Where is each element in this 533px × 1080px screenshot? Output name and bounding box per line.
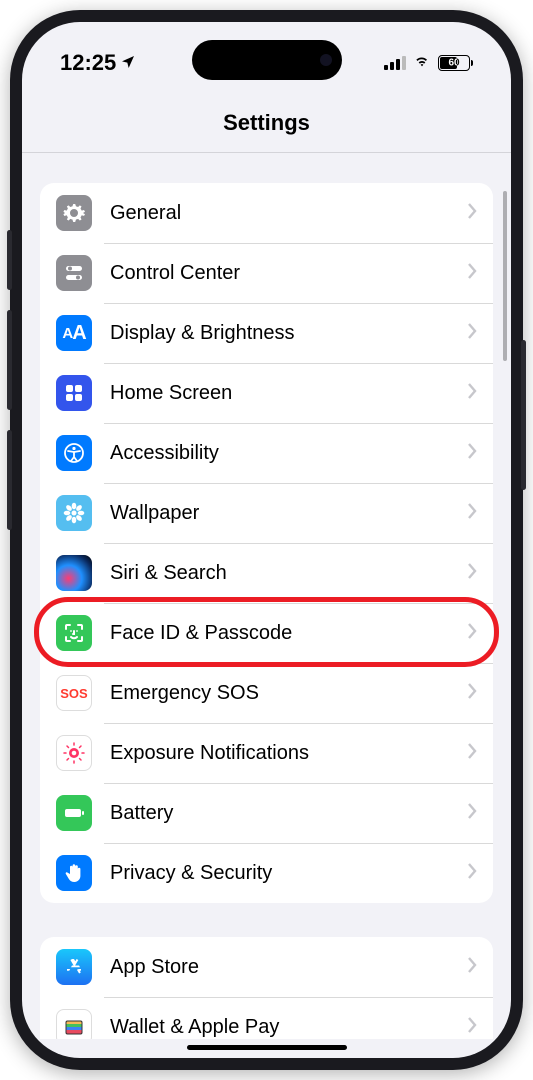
settings-row-general[interactable]: General	[40, 183, 493, 243]
hand-icon	[56, 855, 92, 891]
chevron-right-icon	[467, 382, 477, 405]
settings-row-faceid[interactable]: Face ID & Passcode	[40, 603, 493, 663]
row-label: Display & Brightness	[110, 322, 449, 345]
row-label: General	[110, 202, 449, 225]
settings-row-sos[interactable]: SOS Emergency SOS	[40, 663, 493, 723]
settings-row-control-center[interactable]: Control Center	[40, 243, 493, 303]
settings-group: App Store Wallet & Apple Pay	[40, 937, 493, 1039]
flower-icon	[56, 495, 92, 531]
exposure-icon	[56, 735, 92, 771]
appstore-icon	[56, 949, 92, 985]
row-label: Emergency SOS	[110, 682, 449, 705]
chevron-right-icon	[467, 682, 477, 705]
chevron-right-icon	[467, 262, 477, 285]
dynamic-island	[192, 40, 342, 80]
wallet-icon	[56, 1009, 92, 1039]
siri-icon	[56, 555, 92, 591]
volume-up-button	[7, 310, 12, 410]
settings-group: General Control Center AA Display & Brig…	[40, 183, 493, 903]
row-label: Accessibility	[110, 442, 449, 465]
phone-frame: 12:25 60 Settings	[10, 10, 523, 1070]
chevron-right-icon	[467, 562, 477, 585]
scrollbar[interactable]	[503, 191, 507, 361]
row-label: Control Center	[110, 262, 449, 285]
cellular-signal-icon	[384, 56, 406, 70]
ringer-switch	[7, 230, 12, 290]
chevron-right-icon	[467, 802, 477, 825]
settings-row-appstore[interactable]: App Store	[40, 937, 493, 997]
screen: 12:25 60 Settings	[22, 22, 511, 1058]
power-button	[521, 340, 526, 490]
text-size-icon: AA	[56, 315, 92, 351]
volume-down-button	[7, 430, 12, 530]
chevron-right-icon	[467, 442, 477, 465]
settings-row-battery[interactable]: Battery	[40, 783, 493, 843]
row-label: Face ID & Passcode	[110, 622, 449, 645]
chevron-right-icon	[467, 322, 477, 345]
battery-icon	[56, 795, 92, 831]
settings-list[interactable]: General Control Center AA Display & Brig…	[22, 153, 511, 1039]
home-indicator[interactable]	[187, 1045, 347, 1050]
settings-row-accessibility[interactable]: Accessibility	[40, 423, 493, 483]
status-time: 12:25	[60, 50, 116, 76]
chevron-right-icon	[467, 1016, 477, 1039]
location-icon	[120, 50, 136, 76]
row-label: Privacy & Security	[110, 862, 449, 885]
chevron-right-icon	[467, 502, 477, 525]
settings-row-home-screen[interactable]: Home Screen	[40, 363, 493, 423]
page-title: Settings	[22, 82, 511, 153]
row-label: Battery	[110, 802, 449, 825]
gear-icon	[56, 195, 92, 231]
settings-row-display[interactable]: AA Display & Brightness	[40, 303, 493, 363]
row-label: Exposure Notifications	[110, 742, 449, 765]
sos-icon: SOS	[56, 675, 92, 711]
chevron-right-icon	[467, 622, 477, 645]
row-label: Wallet & Apple Pay	[110, 1016, 449, 1039]
accessibility-icon	[56, 435, 92, 471]
settings-row-wallpaper[interactable]: Wallpaper	[40, 483, 493, 543]
row-label: Siri & Search	[110, 562, 449, 585]
battery-indicator: 60	[438, 55, 473, 71]
settings-row-wallet[interactable]: Wallet & Apple Pay	[40, 997, 493, 1039]
chevron-right-icon	[467, 742, 477, 765]
switches-icon	[56, 255, 92, 291]
settings-row-exposure[interactable]: Exposure Notifications	[40, 723, 493, 783]
settings-row-privacy[interactable]: Privacy & Security	[40, 843, 493, 903]
chevron-right-icon	[467, 956, 477, 979]
chevron-right-icon	[467, 862, 477, 885]
grid-icon	[56, 375, 92, 411]
row-label: Wallpaper	[110, 502, 449, 525]
wifi-icon	[412, 53, 432, 74]
row-label: App Store	[110, 956, 449, 979]
chevron-right-icon	[467, 202, 477, 225]
settings-row-siri[interactable]: Siri & Search	[40, 543, 493, 603]
faceid-icon	[56, 615, 92, 651]
row-label: Home Screen	[110, 382, 449, 405]
